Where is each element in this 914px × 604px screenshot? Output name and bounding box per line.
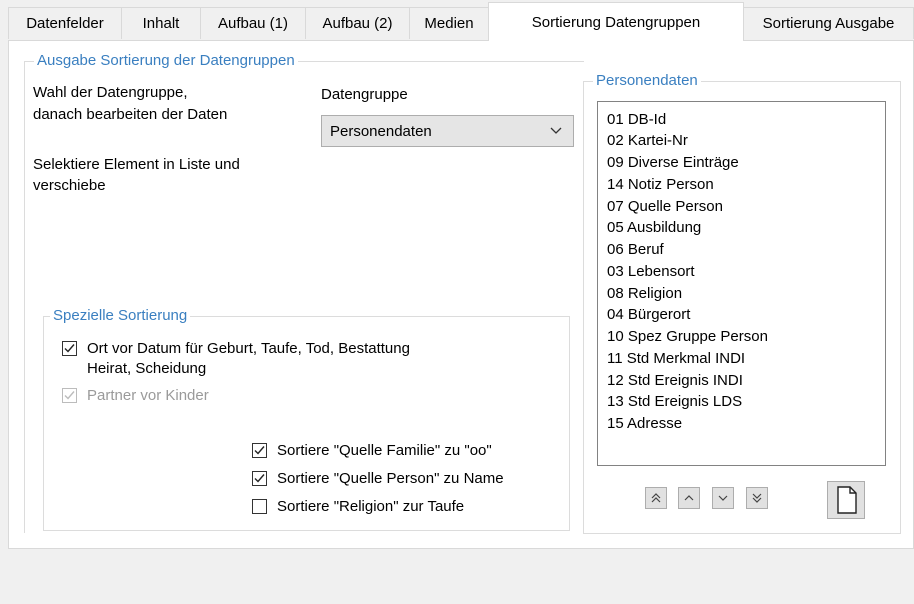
quelle-person-checkbox[interactable] <box>252 471 267 486</box>
tab-label: Medien <box>424 15 474 32</box>
quelle-familie-checkbox[interactable] <box>252 443 267 458</box>
tab-sortierung-datengruppen[interactable]: Sortierung Datengruppen <box>488 2 744 41</box>
move-top-button[interactable] <box>645 487 667 509</box>
tab-inhalt[interactable]: Inhalt <box>121 7 201 39</box>
chevron-down-icon <box>550 127 562 134</box>
move-up-button[interactable] <box>678 487 700 509</box>
select-hint-line1: Selektiere Element in Liste und <box>33 156 240 173</box>
list-item[interactable]: 02 Kartei-Nr <box>607 130 688 151</box>
move-down-button[interactable] <box>712 487 734 509</box>
quelle-person-label: Sortiere "Quelle Person" zu Name <box>277 470 504 487</box>
list-item[interactable]: 05 Ausbildung <box>607 217 701 238</box>
ort-vor-datum-label-line1: Ort vor Datum für Geburt, Taufe, Tod, Be… <box>87 340 410 357</box>
religion-taufe-label: Sortiere "Religion" zur Taufe <box>277 498 465 515</box>
chevron-up-icon <box>684 495 694 501</box>
list-item[interactable]: 12 Std Ereignis INDI <box>607 370 743 391</box>
datengruppe-value: Personendaten <box>330 122 432 140</box>
sort-group-title: Ausgabe Sortierung der Datengruppen <box>34 51 298 71</box>
tab-label: Inhalt <box>142 15 180 32</box>
list-item[interactable]: 04 Bürgerort <box>607 304 690 325</box>
tab-label: Aufbau (1) <box>217 15 289 32</box>
partner-vor-kinder-checkbox[interactable] <box>62 388 77 403</box>
checkmark-icon <box>254 446 265 455</box>
quelle-familie-label: Sortiere "Quelle Familie" zu "oo" <box>277 442 492 459</box>
tab-aufbau-2[interactable]: Aufbau (2) <box>305 7 410 39</box>
list-item[interactable]: 09 Diverse Einträge <box>607 152 739 173</box>
personendaten-listbox[interactable]: 01 DB-Id 02 Kartei-Nr 09 Diverse Einträg… <box>597 101 886 466</box>
list-item[interactable]: 06 Beruf <box>607 239 664 260</box>
new-page-button[interactable] <box>827 481 865 519</box>
tab-label: Sortierung Ausgabe <box>762 15 895 32</box>
ort-vor-datum-checkbox[interactable] <box>62 341 77 356</box>
double-chevron-down-icon <box>752 493 762 503</box>
list-item[interactable]: 08 Religion <box>607 283 682 304</box>
tab-label: Aufbau (2) <box>322 15 393 32</box>
list-item[interactable]: 15 Adresse <box>607 413 682 434</box>
page-icon <box>837 486 857 514</box>
list-item[interactable]: 01 DB-Id <box>607 109 666 130</box>
ort-vor-datum-label-line2: Heirat, Scheidung <box>87 360 207 377</box>
partner-vor-kinder-label: Partner vor Kinder <box>87 387 209 404</box>
datengruppe-select[interactable]: Personendaten <box>321 115 574 147</box>
select-hint-line2: verschiebe <box>33 177 106 194</box>
move-bottom-button[interactable] <box>746 487 768 509</box>
checkmark-icon <box>64 344 75 353</box>
tab-strip: Datenfelder Inhalt Aufbau (1) Aufbau (2)… <box>0 0 914 41</box>
list-item[interactable]: 03 Lebensort <box>607 261 695 282</box>
tab-datenfelder[interactable]: Datenfelder <box>8 7 122 39</box>
datengruppe-label: Datengruppe <box>321 86 408 103</box>
tab-label: Sortierung Datengruppen <box>531 13 701 31</box>
personendaten-title: Personendaten <box>593 71 701 91</box>
checkmark-icon <box>64 391 75 400</box>
list-item[interactable]: 13 Std Ereignis LDS <box>607 391 742 412</box>
double-chevron-up-icon <box>651 493 661 503</box>
list-item[interactable]: 07 Quelle Person <box>607 196 723 217</box>
list-item[interactable]: 11 Std Merkmal INDI <box>607 348 745 369</box>
list-item[interactable]: 14 Notiz Person <box>607 174 714 195</box>
religion-taufe-checkbox[interactable] <box>252 499 267 514</box>
tab-sortierung-ausgabe[interactable]: Sortierung Ausgabe <box>743 7 914 39</box>
instruction-text-line2: danach bearbeiten der Daten <box>33 106 228 123</box>
tab-medien[interactable]: Medien <box>409 7 489 39</box>
tab-aufbau-1[interactable]: Aufbau (1) <box>200 7 306 39</box>
tab-page: Ausgabe Sortierung der Datengruppen Wahl… <box>8 40 914 549</box>
instruction-text-line1: Wahl der Datengruppe, <box>33 84 188 101</box>
list-item[interactable]: 10 Spez Gruppe Person <box>607 326 768 347</box>
special-sort-title: Spezielle Sortierung <box>50 306 191 326</box>
chevron-down-icon <box>718 495 728 501</box>
tab-label: Datenfelder <box>26 15 104 32</box>
checkmark-icon <box>254 474 265 483</box>
